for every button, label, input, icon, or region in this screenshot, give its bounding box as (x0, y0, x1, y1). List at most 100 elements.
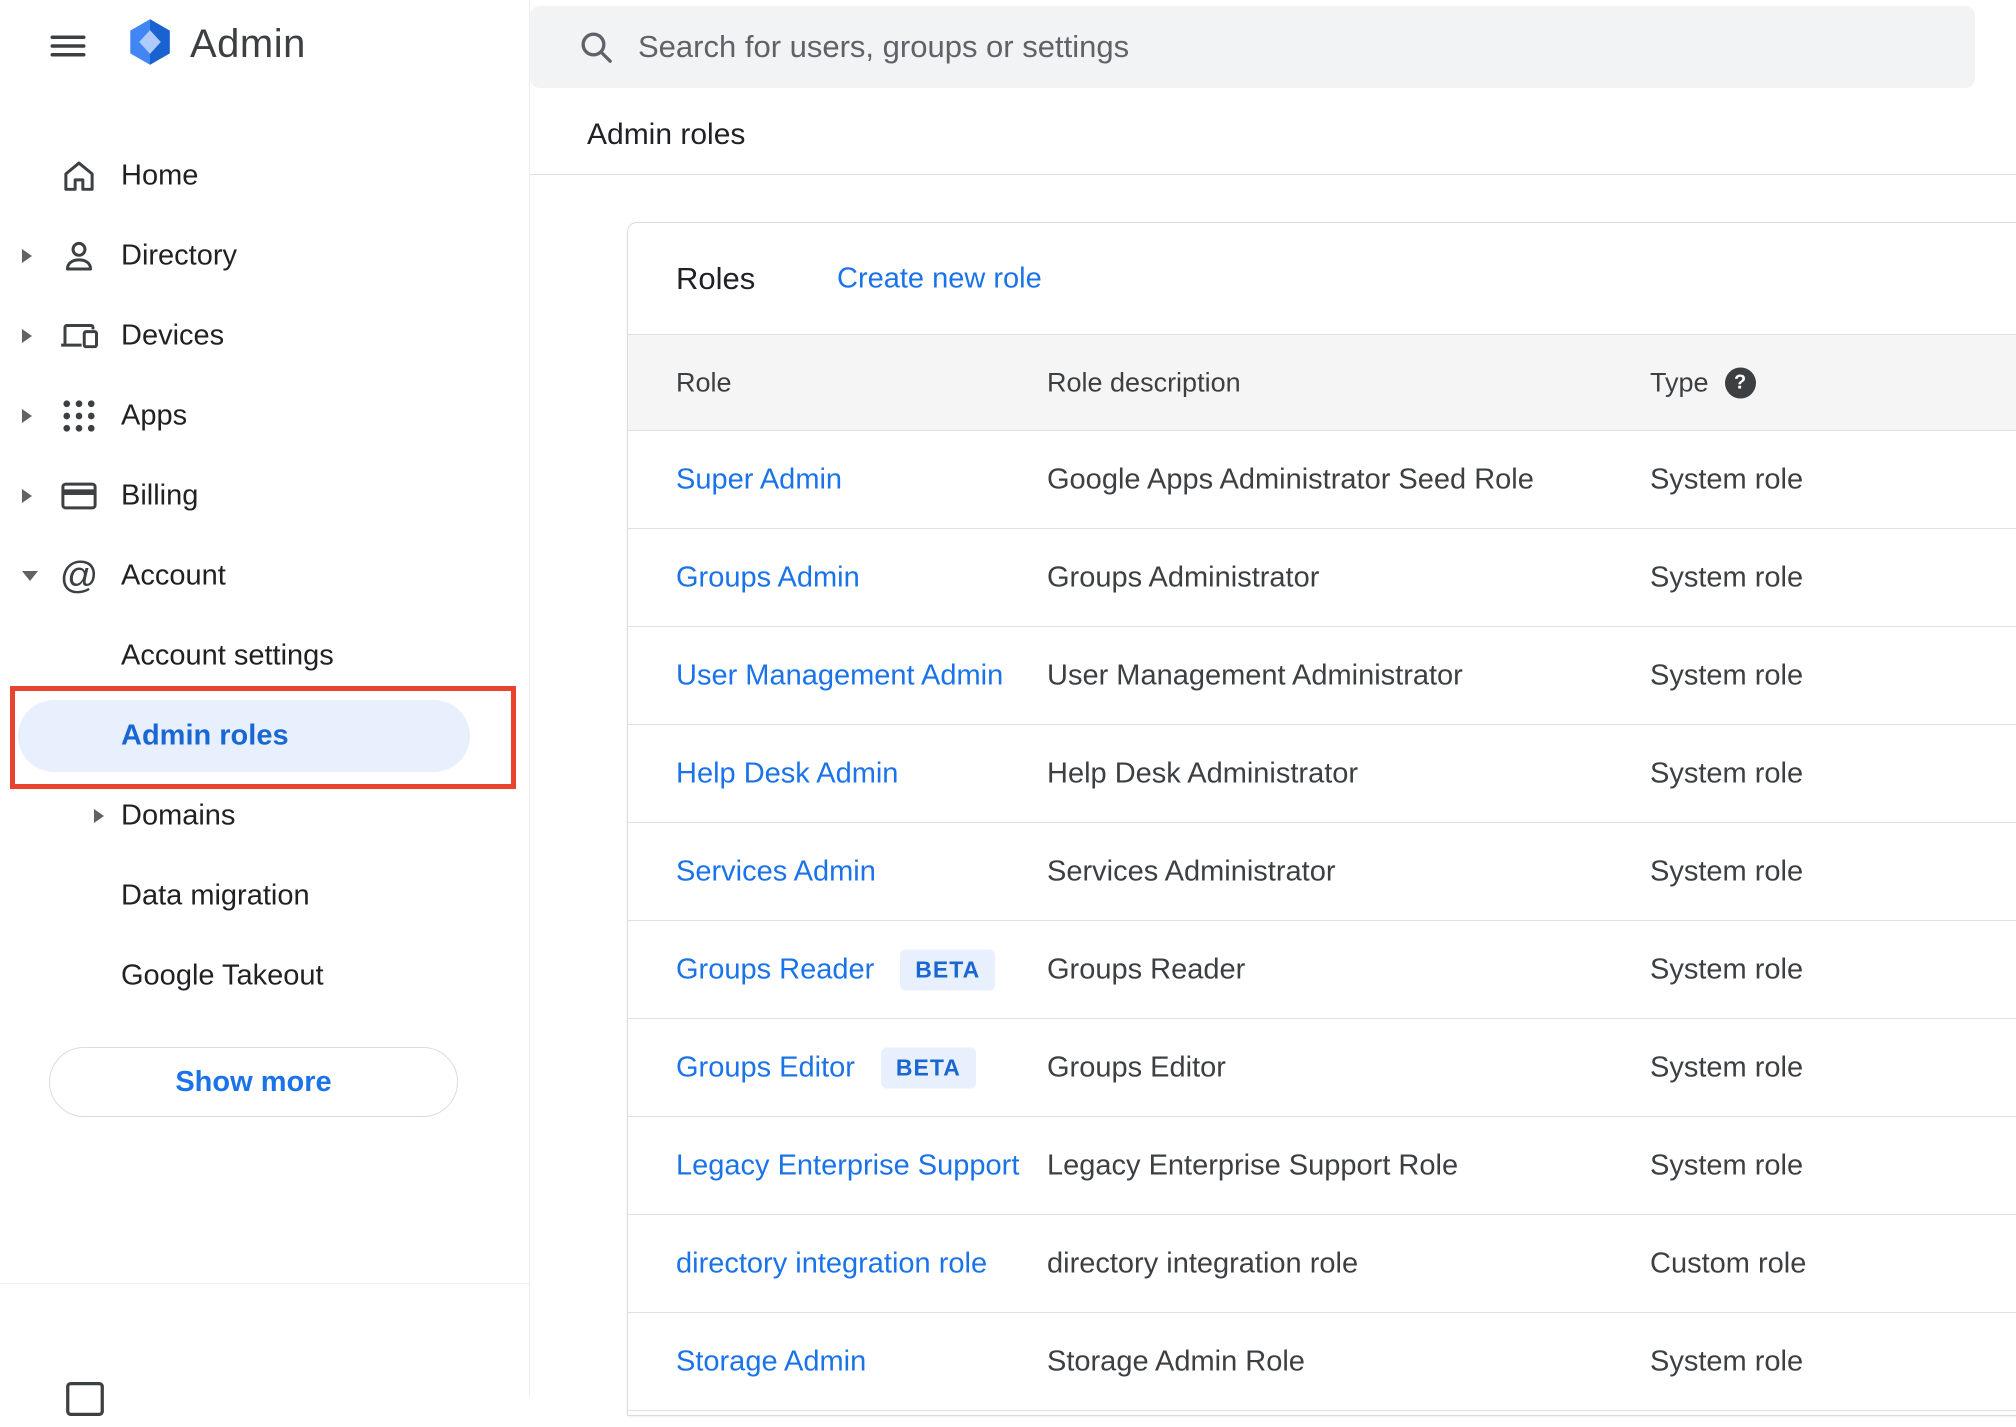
role-type: System role (1650, 757, 1803, 790)
role-link[interactable]: Groups Admin (676, 561, 860, 594)
sidebar-item-label: Home (121, 160, 198, 193)
table-row: Services Admin Services Administrator Syst… (628, 823, 2016, 921)
roles-card-header: Roles Create new role (628, 223, 2016, 335)
devices-icon (56, 313, 102, 359)
role-description: Groups Administrator (1047, 561, 1319, 594)
role-description: Help Desk Administrator (1047, 757, 1358, 790)
table-row: Storage Admin Storage Admin Role System ro… (628, 1313, 2016, 1411)
role-link[interactable]: Groups Editor (676, 1051, 855, 1084)
role-link[interactable]: User Management Admin (676, 659, 1003, 692)
sidebar-item-label: Directory (121, 240, 237, 273)
sidebar-item-google-takeout[interactable]: Google Takeout (0, 936, 530, 1016)
sidebar-item-label: Data migration (121, 880, 310, 913)
roles-table-body: Super Admin Google Apps Administrator See… (628, 431, 2016, 1411)
show-more-label: Show more (175, 1066, 331, 1099)
roles-card: Roles Create new role Role Role descript… (627, 222, 2016, 1416)
column-header-role: Role (676, 367, 732, 398)
role-link[interactable]: Super Admin (676, 463, 842, 496)
sidebar-nav: Home Directory Devices Apps Billing @ Account A… (0, 136, 530, 1016)
beta-badge: BETA (881, 1047, 976, 1088)
role-type: System role (1650, 953, 1803, 986)
chevron-right-icon[interactable] (22, 489, 32, 503)
sidebar-item-devices[interactable]: Devices (0, 296, 530, 376)
sidebar-item-admin-roles[interactable]: Admin roles (0, 696, 530, 776)
role-type: System role (1650, 463, 1803, 496)
column-header-type: Type ? (1650, 367, 1756, 398)
table-row: Groups Editor BETA Groups Editor System rol… (628, 1019, 2016, 1117)
role-type: System role (1650, 1051, 1803, 1084)
admin-logo[interactable]: Admin (124, 16, 306, 73)
breadcrumb: Admin roles (587, 118, 745, 152)
sidebar-item-directory[interactable]: Directory (0, 216, 530, 296)
create-new-role-link[interactable]: Create new role (837, 262, 1042, 295)
role-link[interactable]: Help Desk Admin (676, 757, 898, 790)
admin-hexagon-logo-icon (124, 16, 176, 73)
chevron-down-icon[interactable] (22, 571, 38, 581)
sidebar-bottom-partial-icon (62, 1376, 108, 1422)
sidebar-divider (0, 1283, 530, 1284)
roles-title: Roles (676, 261, 755, 297)
sidebar-item-domains[interactable]: Domains (0, 776, 530, 856)
beta-badge: BETA (900, 949, 995, 990)
directory-icon (56, 233, 102, 279)
sidebar-item-label: Devices (121, 320, 224, 353)
role-description: Storage Admin Role (1047, 1345, 1305, 1378)
role-description: directory integration role (1047, 1247, 1358, 1280)
role-link[interactable]: Storage Admin (676, 1345, 866, 1378)
role-type: System role (1650, 855, 1803, 888)
header-divider (530, 174, 2016, 175)
hamburger-menu-icon[interactable] (44, 22, 92, 70)
sidebar-item-billing[interactable]: Billing (0, 456, 530, 536)
role-description: Groups Editor (1047, 1051, 1226, 1084)
chevron-right-icon[interactable] (22, 409, 32, 423)
help-icon[interactable]: ? (1725, 367, 1756, 398)
role-description: Google Apps Administrator Seed Role (1047, 463, 1534, 496)
role-type: System role (1650, 1345, 1803, 1378)
role-type: Custom role (1650, 1247, 1806, 1280)
chevron-right-icon[interactable] (22, 249, 32, 263)
sidebar-item-label: Domains (121, 800, 235, 833)
role-type: System role (1650, 561, 1803, 594)
type-label: Type (1650, 367, 1709, 398)
sidebar-item-label: Google Takeout (121, 960, 324, 993)
role-link[interactable]: Groups Reader (676, 953, 874, 986)
role-description: Groups Reader (1047, 953, 1245, 986)
role-link[interactable]: Services Admin (676, 855, 876, 888)
search-input[interactable] (638, 29, 1975, 65)
sidebar-item-home[interactable]: Home (0, 136, 530, 216)
role-link[interactable]: Legacy Enterprise Support (676, 1149, 1019, 1182)
table-row: Groups Admin Groups Administrator System r… (628, 529, 2016, 627)
home-icon (56, 153, 102, 199)
chevron-right-icon[interactable] (22, 329, 32, 343)
sidebar-item-label: Billing (121, 480, 198, 513)
role-link[interactable]: directory integration role (676, 1247, 987, 1280)
table-row: Help Desk Admin Help Desk Administrator Sy… (628, 725, 2016, 823)
sidebar-header: Admin (0, 0, 530, 110)
sidebar-item-data-migration[interactable]: Data migration (0, 856, 530, 936)
role-type: System role (1650, 659, 1803, 692)
apps-icon (56, 393, 102, 439)
show-more-button[interactable]: Show more (49, 1047, 458, 1117)
sidebar-item-label: Account (121, 560, 226, 593)
table-row: Legacy Enterprise Support Legacy Enterpri… (628, 1117, 2016, 1215)
product-name: Admin (190, 22, 306, 67)
sidebar-item-label: Apps (121, 400, 187, 433)
table-row: User Management Admin User Management Adm… (628, 627, 2016, 725)
table-header-row: Role Role description Type ? (628, 335, 2016, 431)
billing-icon (56, 473, 102, 519)
table-row: Super Admin Google Apps Administrator See… (628, 431, 2016, 529)
table-row: directory integration role directory inte… (628, 1215, 2016, 1313)
role-description: Services Administrator (1047, 855, 1336, 888)
column-header-description: Role description (1047, 367, 1241, 398)
chevron-right-icon[interactable] (94, 809, 104, 823)
sidebar-item-account-settings[interactable]: Account settings (0, 616, 530, 696)
table-row: Groups Reader BETA Groups Reader System rol… (628, 921, 2016, 1019)
sidebar-item-account[interactable]: @ Account (0, 536, 530, 616)
sidebar-item-apps[interactable]: Apps (0, 376, 530, 456)
account-icon: @ (56, 553, 102, 599)
global-search-bar[interactable] (530, 6, 1975, 88)
sidebar-item-label: Account settings (121, 640, 334, 673)
sidebar-item-label: Admin roles (121, 720, 289, 753)
role-description: Legacy Enterprise Support Role (1047, 1149, 1458, 1182)
role-description: User Management Administrator (1047, 659, 1463, 692)
